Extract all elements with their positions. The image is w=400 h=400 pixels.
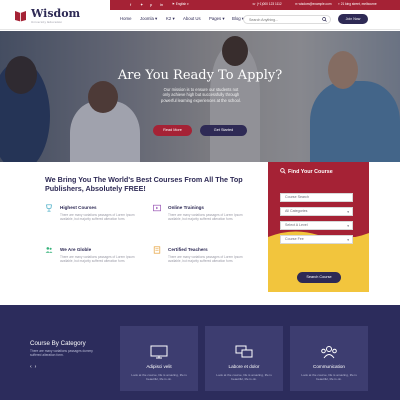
nav-item-about[interactable]: About Us — [183, 16, 201, 21]
category-text: There are many variations passages dummy… — [30, 349, 93, 358]
page: Wisdom University Education f ✦ p in ⚑ E… — [0, 0, 400, 400]
search-input[interactable] — [249, 17, 319, 23]
linkedin-icon[interactable]: in — [160, 2, 163, 7]
search-icon[interactable] — [322, 17, 327, 22]
hero-banner: Are You Ready To Apply? Our mission is t… — [0, 31, 400, 162]
feature-online-trainings: Online Trainings There are many variatio… — [153, 204, 253, 234]
get-started-button[interactable]: Get Started — [200, 125, 247, 136]
search-course-button[interactable]: Search Course — [297, 272, 341, 283]
fee-value: Course Fee — [285, 237, 304, 241]
category-select[interactable]: All Categories ▾ — [280, 207, 353, 216]
category-title: Course By Category — [30, 340, 86, 347]
pinterest-icon[interactable]: p — [150, 2, 152, 7]
section-title: We Bring You The World's Best Courses Fr… — [45, 175, 243, 193]
card-text: Look at the course, life is amazing, lif… — [131, 373, 187, 382]
card-title: Labore et dolor — [228, 364, 260, 369]
read-more-button[interactable]: Read More — [153, 125, 192, 136]
feature-certified-teachers: Certified Teachers There are many variat… — [153, 246, 253, 276]
address-info: ⌖ 21 king street, melbourne — [338, 2, 377, 6]
find-course-panel: Find Your Course Course Search All Categ… — [268, 162, 369, 292]
trophy-icon — [46, 204, 52, 212]
feature-title: Highest Courses — [60, 205, 97, 210]
phone-info: ☏ (+1)000 123 1112 — [252, 2, 282, 6]
chevron-down-icon: ▾ — [347, 210, 349, 214]
feature-text: There are many variations passages of Lo… — [60, 255, 135, 264]
monitor-icon — [150, 345, 168, 359]
course-search-placeholder: Course Search — [285, 195, 309, 199]
book-logo-icon — [15, 11, 26, 22]
arrow-right-icon[interactable]: › — [35, 364, 37, 370]
feature-highest-courses: Highest Courses There are many variation… — [45, 204, 145, 234]
category-value: All Categories — [285, 209, 308, 213]
address-text: 21 king street, melbourne — [340, 2, 377, 6]
feature-text: There are many variations passages of Lo… — [168, 213, 243, 222]
email-info[interactable]: ✉ wisdom@example.com — [295, 2, 332, 6]
book-icon — [153, 246, 161, 254]
video-icon — [153, 204, 161, 212]
card-text: Look at the course, life is amazing, lif… — [301, 373, 357, 382]
brand-logo[interactable]: Wisdom University Education — [14, 6, 114, 26]
feature-text: There are many variations passages of Lo… — [168, 255, 243, 264]
level-select[interactable]: Select A Level ▾ — [280, 221, 353, 230]
language-label: English — [175, 2, 187, 6]
feature-title: Online Trainings — [168, 205, 204, 210]
fee-select[interactable]: Course Fee ▾ — [280, 235, 353, 244]
join-now-button[interactable]: Join Now — [338, 14, 368, 24]
people-icon — [45, 247, 53, 253]
facebook-icon[interactable]: f — [130, 2, 131, 7]
nav-item-pages[interactable]: Pages ▾ — [209, 16, 225, 22]
arrow-left-icon[interactable]: ‹ — [30, 364, 32, 370]
top-bar: f ✦ p in ⚑ English ▾ ☏ (+1)000 123 1112 … — [110, 0, 400, 10]
carousel-arrows: ‹ › — [30, 364, 39, 370]
chevron-down-icon: ▾ — [347, 224, 349, 228]
card-text: Look at the course, life is amazing, lif… — [216, 373, 272, 382]
course-category-section: Course By Category There are many variat… — [0, 305, 400, 400]
feature-text: There are many variations passages of Lo… — [60, 213, 135, 222]
course-search-field[interactable]: Course Search — [280, 193, 353, 202]
chat-icon — [235, 345, 253, 358]
category-card[interactable]: Communication Look at the course, life i… — [290, 326, 368, 391]
level-value: Select A Level — [285, 223, 308, 227]
hero-text: Our mission is to ensure our students no… — [161, 87, 241, 103]
language-selector[interactable]: ⚑ English ▾ — [172, 2, 189, 6]
email-text: wisdom@example.com — [298, 2, 332, 6]
brand-tagline: University Education — [31, 20, 63, 24]
chevron-down-icon: ▾ — [347, 238, 349, 242]
category-card[interactable]: Adipisci velit Look at the course, life … — [120, 326, 198, 391]
brand-name: Wisdom — [31, 7, 81, 20]
search-icon — [280, 168, 286, 174]
nav-item-home[interactable]: Home — [120, 16, 131, 21]
site-header: Wisdom University Education f ✦ p in ⚑ E… — [0, 0, 400, 30]
feature-title: We Are Globle — [60, 247, 92, 252]
group-icon — [321, 346, 337, 359]
nav-item-joomla[interactable]: Joomla ▾ — [140, 16, 157, 22]
card-title: Communication — [313, 364, 345, 369]
find-course-title: Find Your Course — [288, 169, 333, 175]
phone-text: (+1)000 123 1112 — [256, 2, 282, 6]
search-box — [243, 15, 331, 24]
twitter-icon[interactable]: ✦ — [140, 2, 143, 7]
feature-we-are-globle: We Are Globle There are many variations … — [45, 246, 145, 276]
hero-title: Are You Ready To Apply? — [117, 68, 283, 83]
nav-item-k2[interactable]: K2 ▾ — [166, 16, 175, 22]
feature-title: Certified Teachers — [168, 247, 208, 252]
category-card[interactable]: Labore et dolor Look at the course, life… — [205, 326, 283, 391]
card-title: Adipisci velit — [146, 364, 172, 369]
